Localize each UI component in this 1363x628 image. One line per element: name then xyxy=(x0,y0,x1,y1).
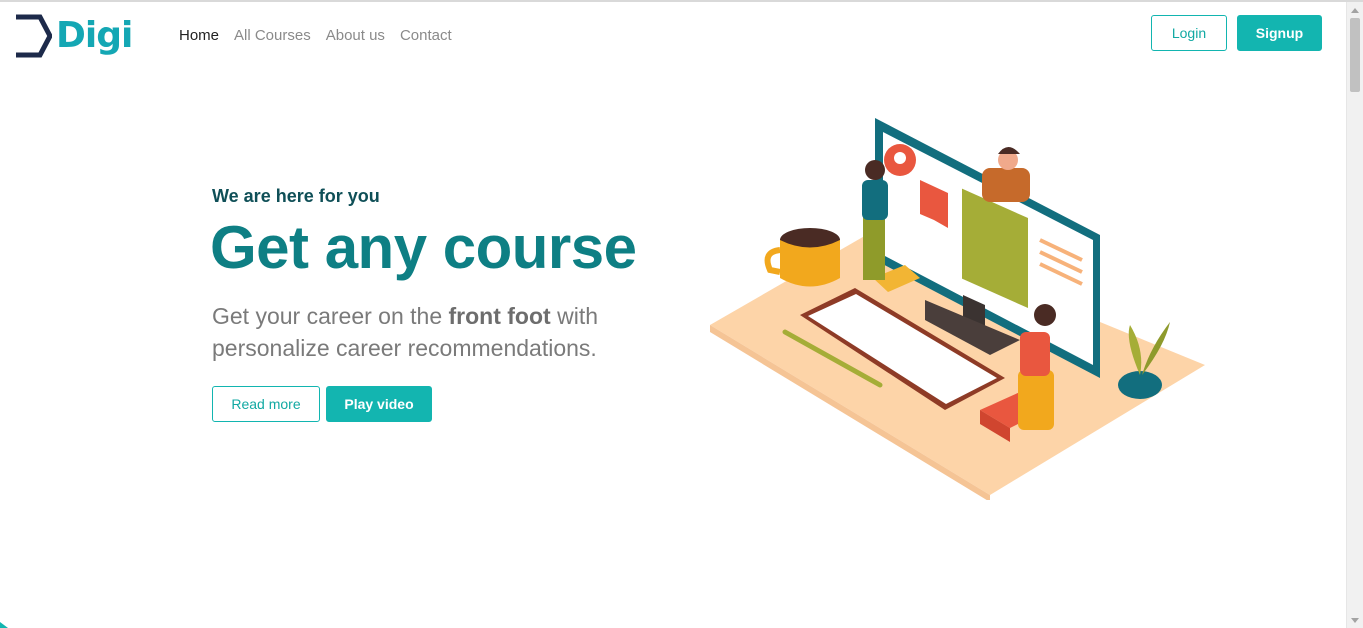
vertical-scrollbar[interactable] xyxy=(1346,2,1363,628)
hero-desc-bold: front foot xyxy=(448,303,551,329)
read-more-button[interactable]: Read more xyxy=(212,386,320,422)
hero-desc-start: Get your career on the xyxy=(212,303,449,329)
nav-item-contact[interactable]: Contact xyxy=(400,27,452,45)
nav-item-all-courses[interactable]: All Courses xyxy=(234,27,311,45)
hero-title: Get any course xyxy=(210,214,637,281)
corner-decoration xyxy=(0,622,8,628)
scroll-down-arrow-icon[interactable] xyxy=(1351,618,1359,623)
online-course-illustration xyxy=(700,110,1220,502)
logo[interactable]: Digi xyxy=(14,14,133,58)
logo-text: Digi xyxy=(56,15,133,56)
logo-chevron-icon xyxy=(16,14,52,58)
hero-description: Get your career on the front foot with p… xyxy=(212,300,632,364)
signup-button[interactable]: Signup xyxy=(1237,15,1322,51)
scroll-up-arrow-icon[interactable] xyxy=(1351,8,1359,13)
window-top-border xyxy=(0,0,1363,2)
play-video-button[interactable]: Play video xyxy=(326,386,432,422)
nav-item-home[interactable]: Home xyxy=(179,27,219,45)
main-nav: Home All Courses About us Contact xyxy=(179,27,467,45)
nav-item-about-us[interactable]: About us xyxy=(326,27,385,45)
hero-subtitle: We are here for you xyxy=(212,186,380,206)
scrollbar-thumb[interactable] xyxy=(1350,18,1360,92)
login-button[interactable]: Login xyxy=(1151,15,1227,51)
